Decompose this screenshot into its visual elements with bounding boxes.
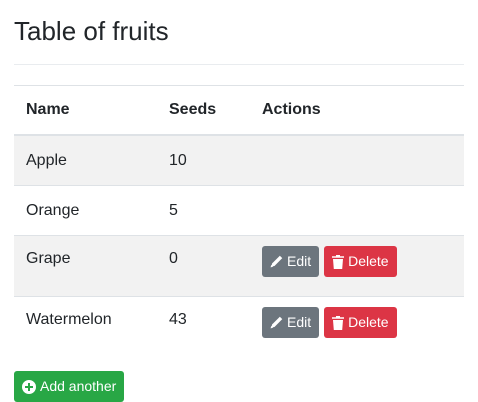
add-another-label: Add another: [40, 378, 117, 394]
fruit-actions-cell: Edit Delete: [250, 296, 464, 358]
edit-button-label: Edit: [287, 253, 312, 269]
fruit-seeds-cell: 0: [157, 235, 250, 297]
table-row: Orange 5: [14, 185, 464, 236]
delete-button-label: Delete: [348, 314, 389, 330]
edit-button[interactable]: Edit: [262, 307, 320, 338]
pencil-icon: [270, 255, 283, 268]
title-divider: [14, 64, 464, 65]
fruit-seeds-cell: 43: [157, 296, 250, 358]
fruit-name-cell: Grape: [14, 235, 157, 297]
pencil-icon: [270, 316, 283, 329]
fruit-actions-cell: [250, 185, 464, 236]
fruit-name-cell: Watermelon: [14, 296, 157, 358]
table-row: Watermelon 43 Edit Delete: [14, 296, 464, 358]
fruit-name-cell: Orange: [14, 185, 157, 236]
fruit-seeds-cell: 10: [169, 152, 187, 169]
page-title: Table of fruits: [14, 16, 169, 46]
delete-button[interactable]: Delete: [324, 246, 397, 277]
edit-button[interactable]: Edit: [262, 246, 320, 277]
delete-button-label: Delete: [348, 253, 389, 269]
fruit-actions-cell: [250, 135, 464, 186]
delete-button[interactable]: Delete: [324, 307, 397, 338]
column-header-seeds: Seeds: [157, 85, 250, 136]
table-header-row: Name Seeds Actions: [14, 85, 464, 136]
trash-icon: [332, 254, 345, 269]
fruit-name-cell: Apple: [26, 152, 67, 169]
edit-button-label: Edit: [287, 314, 312, 330]
add-another-button[interactable]: Add another: [14, 371, 125, 402]
column-header-name: Name: [14, 85, 157, 136]
trash-icon: [332, 315, 345, 330]
table-row: Grape 0 Edit Delete: [14, 235, 464, 297]
fruit-seeds-cell: 5: [157, 185, 250, 236]
column-header-actions: Actions: [250, 85, 464, 136]
fruit-actions-cell: Edit Delete: [250, 235, 464, 297]
plus-circle-icon: [22, 379, 36, 394]
table-row: Apple 10: [14, 135, 464, 186]
fruits-table: Name Seeds Actions Apple 10 Orange 5 Gra…: [14, 85, 464, 358]
